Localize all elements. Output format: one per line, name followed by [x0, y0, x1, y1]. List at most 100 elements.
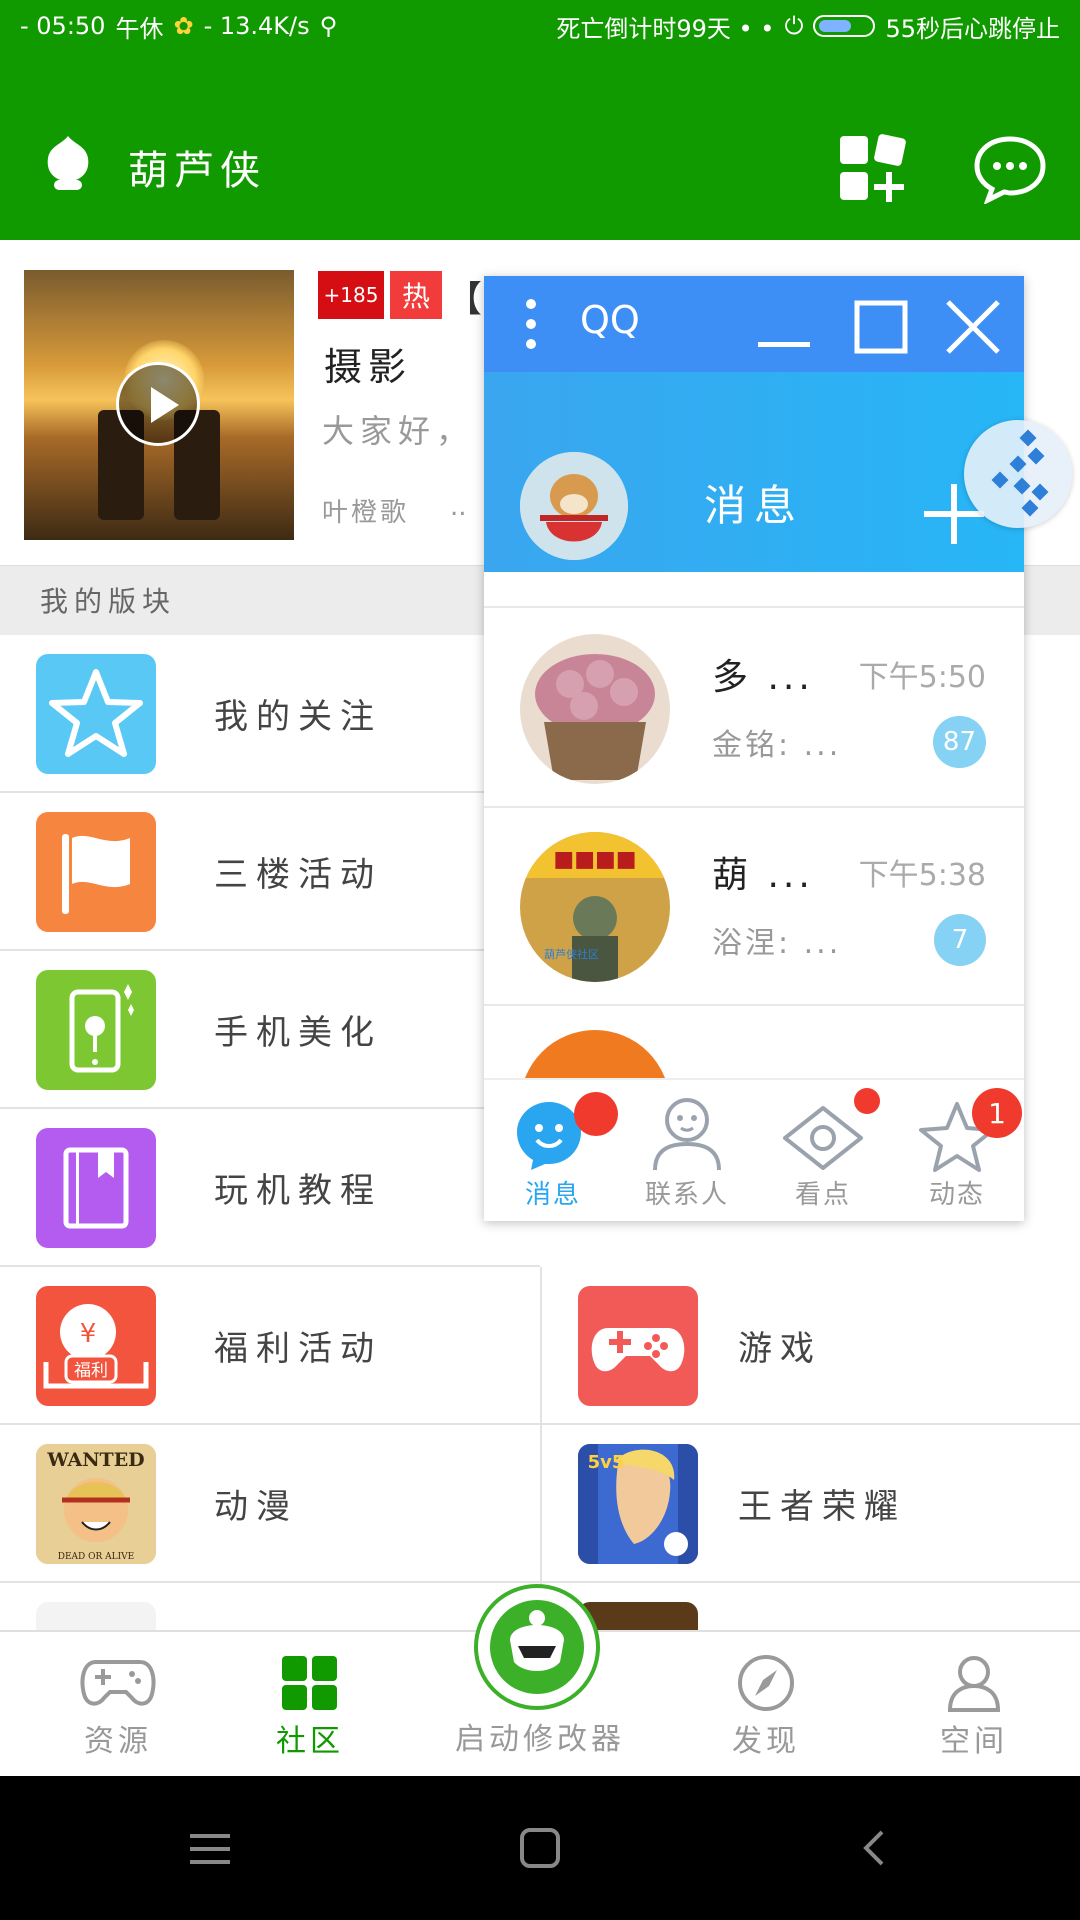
- notification-badge: 1: [972, 1088, 1022, 1138]
- avatar[interactable]: [520, 452, 628, 560]
- board-item-games[interactable]: 游戏: [540, 1267, 1080, 1425]
- video-thumbnail[interactable]: [24, 270, 294, 540]
- poster-top-text: WANTED: [46, 1449, 144, 1471]
- qq-header-title: 消息: [704, 481, 805, 530]
- minimize-icon[interactable]: [756, 302, 812, 350]
- gamepad-outline-icon: [80, 1660, 156, 1706]
- board-label: 王者荣耀: [738, 1487, 906, 1527]
- phone-flower-icon: [36, 970, 156, 1090]
- board-item-welfare[interactable]: ¥ 福利 福利活动: [0, 1267, 540, 1425]
- board-label: 游戏: [738, 1329, 822, 1369]
- gamepad-icon: [578, 1286, 698, 1406]
- eye-icon: [783, 1106, 863, 1170]
- gift-welfare-icon: ¥ 福利: [36, 1286, 156, 1406]
- maximize-icon[interactable]: [854, 300, 908, 354]
- board-item-my-follow[interactable]: 我的关注: [0, 635, 540, 793]
- compass-icon: [738, 1655, 794, 1711]
- board-label: 福利活动: [214, 1329, 382, 1369]
- bicycle-icon: ⚲: [319, 12, 338, 40]
- book-icon: [36, 1128, 156, 1248]
- board-label: 我的关注: [214, 697, 382, 737]
- anime-poster-icon: WANTED DEAD OR ALIVE: [36, 1444, 156, 1564]
- status-countdown: 死亡倒计时99天 • •: [556, 14, 775, 43]
- qq-tab-label: 联系人: [644, 1180, 729, 1210]
- poster-bottom-text: DEAD OR ALIVE: [58, 1552, 134, 1562]
- star-icon: [36, 654, 156, 774]
- board-label: 手机美化: [214, 1013, 382, 1053]
- qq-app-title: QQ: [580, 298, 640, 342]
- nav-space[interactable]: 空间: [874, 1654, 1074, 1774]
- game-tag-text: 5v5: [588, 1452, 625, 1473]
- board-item-anime[interactable]: WANTED DEAD OR ALIVE 动漫: [0, 1425, 540, 1583]
- launcher-mascot-face: [490, 1600, 584, 1694]
- list-item[interactable]: ■■■■ 葫芦侠社区 葫 ... 浴涅: ... 下午5:38 7: [484, 808, 1024, 1006]
- board-item-honor-of-kings[interactable]: 5v5 王者荣耀: [540, 1425, 1080, 1583]
- back-icon[interactable]: [862, 1830, 886, 1866]
- board-item-phone-theme[interactable]: 手机美化: [0, 951, 540, 1109]
- succulent-plant-avatar: [520, 634, 670, 784]
- close-icon[interactable]: [944, 298, 1002, 356]
- welfare-badge-text: 福利: [74, 1361, 108, 1381]
- qq-titlebar[interactable]: QQ: [484, 276, 1024, 372]
- list-item-partial[interactable]: [484, 1006, 1024, 1180]
- hot-badge: 热: [390, 271, 442, 319]
- add-widget-icon[interactable]: [838, 134, 908, 204]
- nav-community[interactable]: 社区: [210, 1654, 410, 1774]
- app-logo-icon[interactable]: [38, 132, 98, 194]
- menu-icon[interactable]: [190, 1832, 230, 1866]
- status-heartbeat: 55秒后心跳停止: [885, 14, 1060, 43]
- person-icon: [947, 1656, 1001, 1712]
- board-label: 动漫: [214, 1487, 298, 1527]
- nav-label: 资源: [84, 1724, 152, 1759]
- nav-discover[interactable]: 发现: [666, 1654, 866, 1774]
- conversation-name: 多 ...: [712, 657, 814, 698]
- unread-dot: [854, 1088, 880, 1114]
- status-net-speed: - 13.4K/s: [203, 12, 310, 40]
- qq-floating-window[interactable]: QQ 消息 多 ... 金铭: ... 下午5:50 87 ■■■■ 葫芦侠社区 …: [484, 276, 1024, 1221]
- qq-tab-label: 消息: [524, 1180, 581, 1210]
- launcher-mascot-icon[interactable]: [474, 1584, 600, 1710]
- status-rest-label: 午休: [115, 14, 164, 43]
- post-description: 大家好，: [322, 412, 475, 450]
- battery-icon: [813, 15, 876, 37]
- unread-dot: [574, 1092, 618, 1136]
- play-icon[interactable]: [116, 362, 200, 446]
- list-item-partial[interactable]: [484, 572, 1024, 608]
- reply-count-badge: +185: [318, 271, 384, 319]
- qq-tab-label: 动态: [928, 1180, 985, 1210]
- more-vertical-icon[interactable]: [524, 298, 538, 350]
- home-icon[interactable]: [520, 1828, 560, 1868]
- nav-resources[interactable]: 资源: [18, 1654, 218, 1774]
- qq-tab-contacts[interactable]: 联系人: [620, 1094, 754, 1214]
- status-time: - 05:50: [20, 12, 106, 40]
- unread-badge: 87: [932, 716, 986, 768]
- section-title: 我的版块: [40, 585, 177, 618]
- app-header: 葫芦侠: [0, 52, 1080, 240]
- board-label: 玩机教程: [214, 1171, 382, 1211]
- qq-tabbar: 消息 联系人 看点 动态 1: [484, 1078, 1024, 1221]
- conversation-time: 下午5:50: [858, 660, 986, 695]
- status-bar: - 05:50 午休 ✿ - 13.4K/s ⚲ 死亡倒计时99天 • • ⏻ …: [0, 0, 1080, 52]
- game-hero-icon: 5v5: [578, 1444, 698, 1564]
- sketch-board-icon: [36, 1602, 156, 1630]
- post-title: 摄影: [324, 345, 413, 389]
- floating-assistant-ball[interactable]: [964, 420, 1072, 528]
- board-item-tutorial[interactable]: 玩机教程: [0, 1109, 540, 1267]
- list-item[interactable]: 多 ... 金铭: ... 下午5:50 87: [484, 610, 1024, 808]
- nav-label: 社区: [276, 1724, 344, 1759]
- board-item-floor-event[interactable]: 三楼活动: [0, 793, 540, 951]
- system-nav-bar: [0, 1776, 1080, 1920]
- conversation-name: 葫 ...: [712, 855, 814, 896]
- flag-icon: [36, 812, 156, 932]
- board-label: 三楼活动: [214, 855, 382, 895]
- board-item-partial-right[interactable]: [540, 1583, 1080, 1630]
- board-item-partial[interactable]: [0, 1583, 540, 1630]
- sun-icon: ✿: [173, 12, 194, 40]
- unread-badge: 7: [934, 914, 986, 966]
- post-author[interactable]: 叶橙歌: [322, 492, 409, 529]
- avatar-caption: 葫芦侠社区: [544, 947, 599, 961]
- chat-bubble-icon[interactable]: [972, 134, 1048, 204]
- post-meta-dots: ..: [450, 492, 467, 522]
- conversation-preview: 浴涅: ...: [712, 926, 842, 961]
- nav-label: 空间: [940, 1724, 1008, 1759]
